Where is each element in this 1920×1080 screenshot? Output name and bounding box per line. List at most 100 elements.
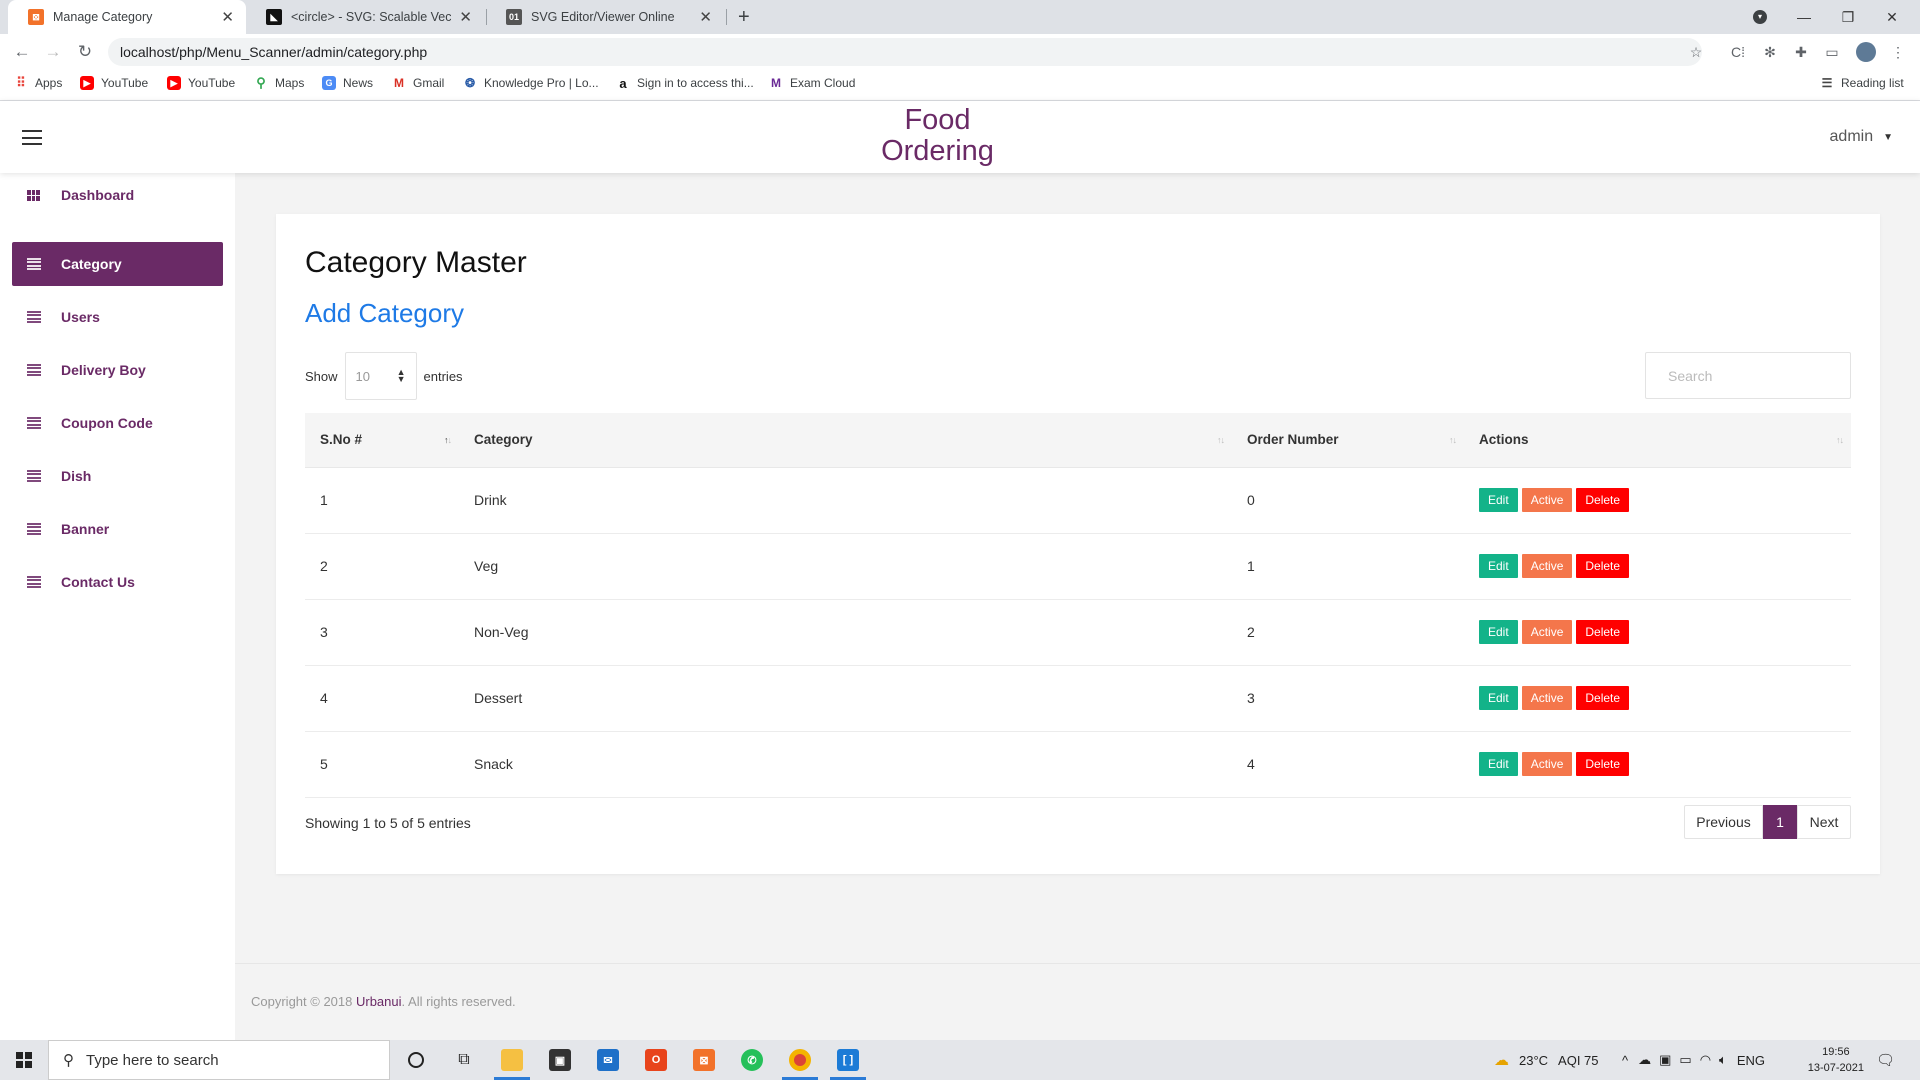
bookmark-amazon[interactable]: a Sign in to access thi... — [616, 76, 753, 91]
cortana-icon[interactable] — [392, 1040, 440, 1080]
cell-sno: 1 — [305, 467, 459, 534]
sidebar-toggle-icon[interactable] — [22, 130, 42, 145]
bookmark-exam-cloud[interactable]: M Exam Cloud — [769, 76, 855, 90]
bookmark-news[interactable]: G News — [322, 76, 373, 90]
profile-avatar-icon[interactable] — [1856, 42, 1876, 62]
brand-line-2: Ordering — [881, 135, 994, 167]
footer-urbanui-link[interactable]: Urbanui — [356, 994, 402, 1009]
whatsapp-icon[interactable]: ✆ — [728, 1040, 776, 1080]
close-tab-icon[interactable]: ✕ — [699, 8, 712, 26]
close-tab-icon[interactable]: ✕ — [221, 8, 234, 26]
bookmark-youtube-2[interactable]: ▶ YouTube — [167, 76, 235, 90]
back-arrow-icon[interactable]: ← — [10, 40, 34, 64]
edit-button[interactable]: Edit — [1479, 752, 1518, 776]
column-header-sno[interactable]: S.No # ↑↓ — [305, 413, 459, 468]
delete-button[interactable]: Delete — [1576, 686, 1630, 710]
sidebar-item-banner[interactable]: Banner — [12, 507, 223, 551]
column-header-order-number[interactable]: Order Number ↑↓ — [1232, 413, 1464, 468]
extension-c-icon[interactable]: C⁞ — [1728, 42, 1748, 62]
office-icon[interactable]: O — [632, 1040, 680, 1080]
active-button[interactable]: Active — [1521, 752, 1573, 776]
sidebar-item-contact-us[interactable]: Contact Us — [12, 560, 223, 604]
sidebar-item-dish[interactable]: Dish — [12, 454, 223, 498]
xampp-icon[interactable]: ⊠ — [680, 1040, 728, 1080]
page-title: Category Master — [305, 246, 527, 279]
start-button[interactable] — [0, 1040, 48, 1080]
onedrive-cloud-icon[interactable]: ☁ — [1638, 1052, 1651, 1068]
notifications-icon[interactable]: 🗨︎ — [1876, 1040, 1895, 1080]
reload-icon[interactable]: ↻ — [73, 40, 97, 64]
edit-button[interactable]: Edit — [1479, 686, 1518, 710]
tab-svg-circle[interactable]: ◣ <circle> - SVG: Scalable Vector G ✕ — [246, 0, 484, 34]
url-text: localhost/php/Menu_Scanner/admin/categor… — [120, 44, 428, 60]
delete-button[interactable]: Delete — [1576, 752, 1630, 776]
edit-button[interactable]: Edit — [1479, 620, 1518, 644]
tab-search-icon[interactable]: ▾ — [1738, 0, 1782, 34]
browser-menu-icon[interactable]: ⋮ — [1888, 42, 1908, 62]
active-button[interactable]: Active — [1521, 488, 1573, 512]
brand-logo[interactable]: Food Ordering — [860, 105, 1015, 167]
edit-button[interactable]: Edit — [1479, 554, 1518, 578]
reading-list-button[interactable]: ☰ Reading list — [1820, 76, 1904, 90]
add-category-link[interactable]: Add Category — [305, 298, 464, 329]
delete-button[interactable]: Delete — [1576, 620, 1630, 644]
page-1-button[interactable]: 1 — [1763, 805, 1797, 839]
sidebar-item-users[interactable]: Users — [12, 295, 223, 339]
task-view-icon[interactable]: ⧉ — [440, 1040, 488, 1080]
new-tab-plus-icon[interactable]: + — [738, 6, 750, 29]
clock-date: 13-07-2021 — [1807, 1062, 1864, 1074]
restore-window-icon[interactable]: ❐ — [1826, 0, 1870, 34]
battery-icon[interactable]: ▭ — [1679, 1052, 1691, 1068]
store-icon[interactable]: ▣ — [536, 1040, 584, 1080]
close-tab-icon[interactable]: ✕ — [459, 8, 472, 26]
volume-icon[interactable]: 🔈︎ — [1719, 1052, 1727, 1068]
column-header-category[interactable]: Category ↑↓ — [459, 413, 1232, 468]
sidebar-item-dashboard[interactable]: Dashboard — [12, 173, 223, 217]
active-button[interactable]: Active — [1521, 620, 1573, 644]
bookmark-youtube-1[interactable]: ▶ YouTube — [80, 76, 148, 90]
extensions-puzzle-icon[interactable]: ✚ — [1791, 42, 1811, 62]
taskbar-search-box[interactable]: ⚲ Type here to search — [48, 1040, 390, 1080]
youtube-icon: ▶ — [167, 76, 181, 90]
close-window-icon[interactable]: ✕ — [1870, 0, 1914, 34]
edit-button[interactable]: Edit — [1479, 488, 1518, 512]
next-page-button[interactable]: Next — [1797, 805, 1851, 839]
weather-widget[interactable]: ☁ 23°C AQI 75 — [1494, 1040, 1599, 1080]
minimize-window-icon[interactable]: — — [1782, 0, 1826, 34]
tab-title: <circle> - SVG: Scalable Vector G — [291, 10, 452, 24]
sidebar-item-category[interactable]: Category — [12, 242, 223, 286]
extension-bug-icon[interactable]: ✻ — [1760, 42, 1780, 62]
language-indicator[interactable]: ENG — [1737, 1053, 1765, 1068]
bookmark-gmail[interactable]: M Gmail — [392, 76, 444, 90]
chevron-up-icon[interactable]: ^ — [1622, 1053, 1628, 1068]
chrome-icon[interactable] — [776, 1040, 824, 1080]
sidebar-item-delivery-boy[interactable]: Delivery Boy — [12, 348, 223, 392]
meet-now-icon[interactable]: ▣ — [1659, 1052, 1671, 1068]
entries-per-page-select[interactable]: 10 ▲ ▼ — [344, 352, 417, 400]
cast-icon[interactable]: ▭ — [1822, 42, 1842, 62]
bookmark-maps[interactable]: ⚲ Maps — [254, 75, 304, 90]
table-search-input[interactable] — [1645, 352, 1851, 399]
bookmark-apps[interactable]: ⠿ Apps — [14, 75, 62, 90]
sidebar-item-coupon-code[interactable]: Coupon Code — [12, 401, 223, 445]
active-button[interactable]: Active — [1521, 554, 1573, 578]
system-clock[interactable]: 19:56 13-07-2021 — [1808, 1044, 1864, 1076]
active-button[interactable]: Active — [1521, 686, 1573, 710]
delete-button[interactable]: Delete — [1576, 554, 1630, 578]
bookmark-star-icon[interactable]: ☆ — [1686, 42, 1706, 62]
mail-icon[interactable]: ✉ — [584, 1040, 632, 1080]
tab-svg-editor[interactable]: 01 SVG Editor/Viewer Online ✕ — [486, 0, 724, 34]
code-editor-icon[interactable]: [ ] — [824, 1040, 872, 1080]
bookmark-knowledge-pro[interactable]: ❂ Knowledge Pro | Lo... — [463, 76, 599, 90]
tab-manage-category[interactable]: ⊠ Manage Category ✕ — [8, 0, 246, 34]
wifi-icon[interactable]: ◠ — [1700, 1052, 1711, 1068]
sidebar-item-label: Delivery Boy — [61, 362, 146, 378]
user-menu[interactable]: admin ▼ — [1830, 128, 1893, 146]
address-bar[interactable]: i localhost/php/Menu_Scanner/admin/categ… — [108, 38, 1702, 653]
file-explorer-icon[interactable] — [488, 1040, 536, 1080]
forward-arrow-icon[interactable]: → — [41, 40, 65, 64]
delete-button[interactable]: Delete — [1576, 488, 1630, 512]
previous-page-button[interactable]: Previous — [1684, 805, 1763, 839]
cell-order-number: 0 — [1232, 467, 1464, 534]
column-header-actions[interactable]: Actions ↑↓ — [1464, 413, 1851, 468]
